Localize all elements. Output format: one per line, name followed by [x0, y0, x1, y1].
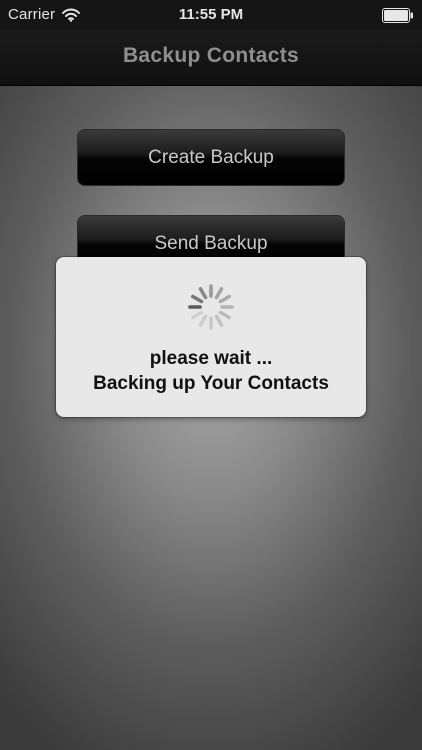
progress-dialog: please wait ... Backing up Your Contacts — [56, 257, 366, 417]
page-title: Backup Contacts — [122, 44, 300, 67]
battery-full-icon — [382, 8, 413, 23]
app-screen: Carrier 11:55 PM Backup Contacts Create … — [0, 0, 422, 750]
navigation-bar: Backup Contacts — [0, 31, 422, 86]
status-bar: Carrier 11:55 PM — [0, 0, 422, 31]
dialog-title: please wait ... — [149, 348, 273, 369]
dialog-message: Backing up Your Contacts — [93, 373, 329, 394]
spinner-icon — [188, 284, 234, 330]
create-backup-button[interactable]: Create Backup — [77, 129, 345, 186]
status-time: 11:55 PM — [178, 6, 244, 23]
